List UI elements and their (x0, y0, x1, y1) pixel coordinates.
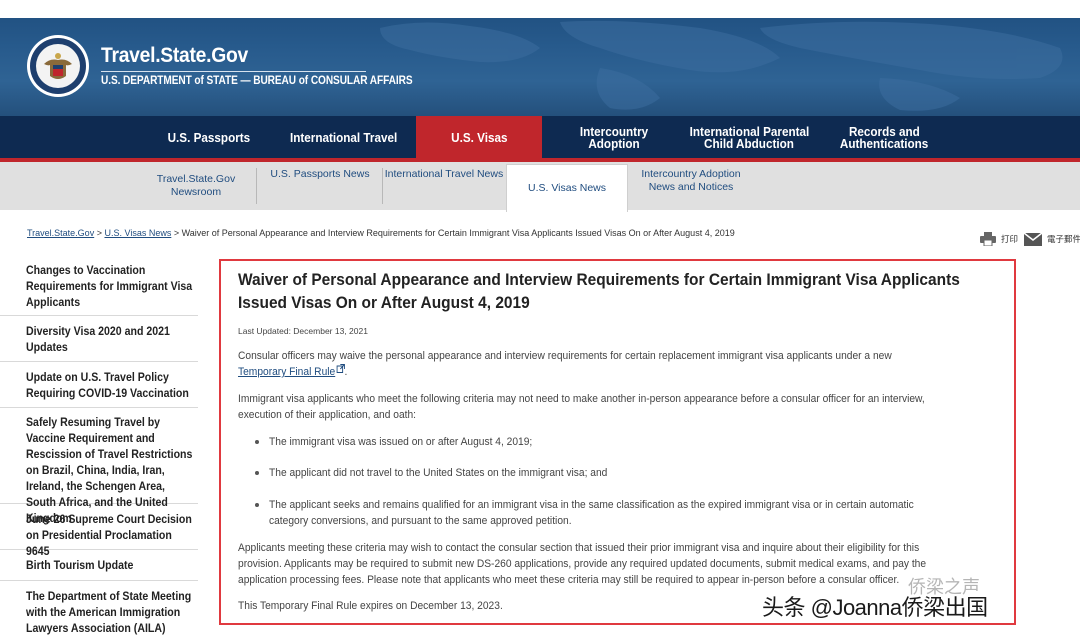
print-icon[interactable] (980, 232, 996, 246)
breadcrumb-current: Waiver of Personal Appearance and Interv… (181, 228, 735, 238)
sidebar-item-safely-resuming-travel[interactable]: Safely Resuming Travel by Vaccine Requir… (0, 408, 198, 525)
list-item: The applicant seeks and remains qualifie… (255, 497, 915, 529)
sidebar-item-aila-meeting[interactable]: The Department of State Meeting with the… (0, 581, 198, 637)
subtab-travel-state-gov-newsroom[interactable]: Travel.State.Gov Newsroom (148, 162, 244, 210)
department-seal-icon[interactable] (26, 34, 90, 98)
bullet-dot (255, 503, 259, 507)
external-link-icon[interactable] (336, 364, 345, 373)
article-content: Waiver of Personal Appearance and Interv… (219, 259, 1016, 625)
tab-us-visas[interactable]: U.S. Visas (416, 116, 542, 160)
paragraph-eligibility: Applicants meeting these criteria may wi… (238, 542, 927, 586)
page-tools: 打印 電子郵件 (980, 232, 1080, 246)
tab-international-travel[interactable]: International Travel (280, 116, 408, 160)
breadcrumb-separator: > (171, 228, 182, 238)
subtab-us-passports-news[interactable]: U.S. Passports News (262, 162, 378, 210)
tab-international-parental-child-abduction[interactable]: International Parental Child Abduction (682, 116, 816, 160)
tab-us-passports[interactable]: U.S. Passports (152, 116, 266, 160)
breadcrumb-section-link[interactable]: U.S. Visas News (104, 228, 171, 238)
sidebar: Changes to Vaccination Requirements for … (0, 258, 198, 637)
sidebar-item-vaccination-requirements[interactable]: Changes to Vaccination Requirements for … (0, 258, 198, 316)
tab-records-authentications[interactable]: Records and Authentications (818, 116, 950, 160)
list-item: The immigrant visa was issued on or afte… (255, 434, 915, 450)
paragraph-intro: Consular officers may waive the personal… (238, 350, 892, 378)
paragraph-criteria: Immigrant visa applicants who meet the f… (238, 393, 925, 421)
sidebar-item-diversity-visa[interactable]: Diversity Visa 2020 and 2021 Updates (0, 316, 198, 362)
toutiao-watermark: 头条 @Joanna侨梁出国 (762, 595, 988, 620)
sub-navigation: Travel.State.Gov Newsroom U.S. Passports … (0, 162, 1080, 212)
sidebar-item-travel-policy-covid[interactable]: Update on U.S. Travel Policy Requiring C… (0, 362, 198, 408)
site-title[interactable]: Travel.State.Gov (101, 44, 248, 68)
breadcrumb-home-link[interactable]: Travel.State.Gov (27, 228, 94, 238)
email-label[interactable]: 電子郵件 (1047, 233, 1080, 245)
main-navigation: U.S. Passports International Travel U.S.… (0, 116, 1080, 160)
bullet-dot (255, 471, 259, 475)
bullet-dot (255, 440, 259, 444)
title-divider (101, 71, 366, 72)
page-title: Waiver of Personal Appearance and Interv… (238, 270, 960, 312)
subnav-separator (382, 168, 383, 204)
breadcrumb-separator: > (94, 228, 105, 238)
subtab-international-travel-news[interactable]: International Travel News (384, 162, 504, 210)
site-subtitle: U.S. DEPARTMENT of STATE — BUREAU of CON… (101, 75, 413, 87)
tab-intercountry-adoption[interactable]: Intercountry Adoption (548, 116, 680, 160)
last-updated: Last Updated: December 13, 2021 (238, 326, 368, 336)
temporary-final-rule-link[interactable]: Temporary Final Rule (238, 366, 335, 378)
list-item: The applicant did not travel to the Unit… (255, 465, 915, 481)
subnav-separator (256, 168, 257, 204)
header-top-strip (0, 0, 1080, 18)
subtab-us-visas-news[interactable]: U.S. Visas News (506, 164, 628, 212)
site-header: Travel.State.Gov U.S. DEPARTMENT of STAT… (0, 0, 1080, 116)
print-label[interactable]: 打印 (1001, 233, 1018, 245)
subtab-intercountry-adoption-news[interactable]: Intercountry Adoption News and Notices (632, 162, 750, 210)
breadcrumb: Travel.State.Gov > U.S. Visas News > Wai… (27, 228, 735, 238)
email-icon[interactable] (1024, 232, 1043, 246)
